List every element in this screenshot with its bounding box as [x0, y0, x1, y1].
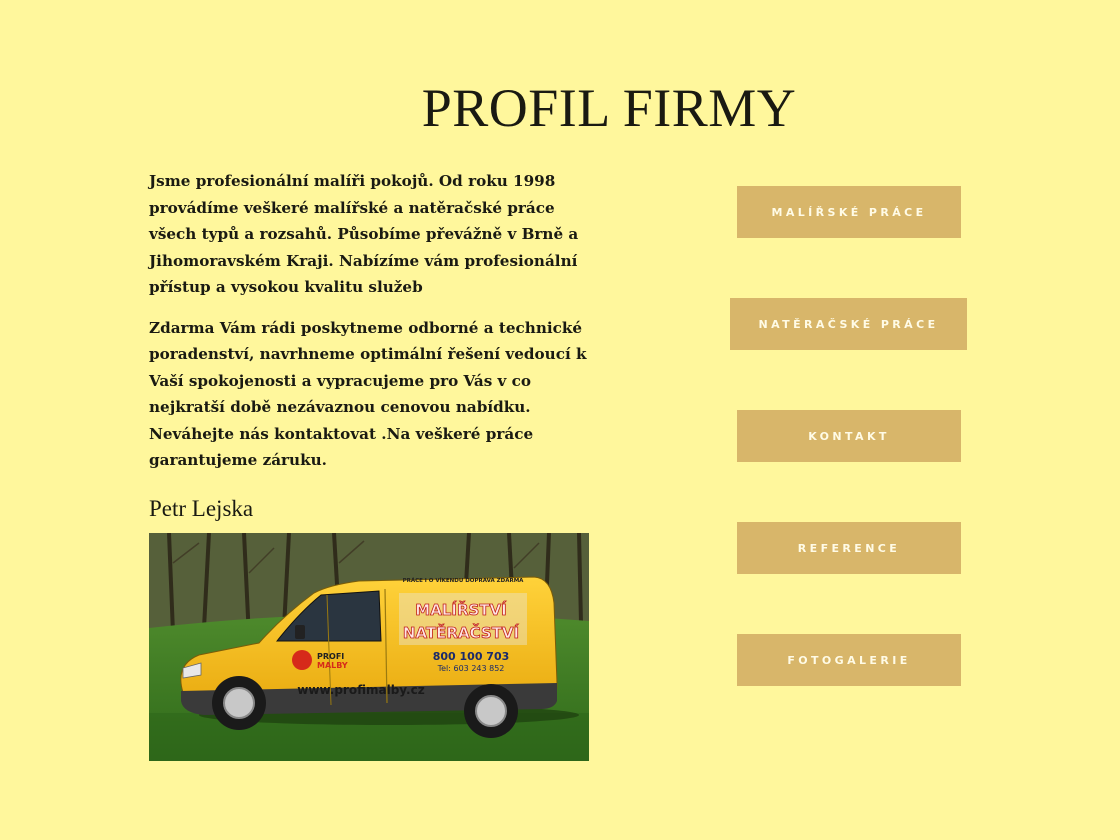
van-phone: 800 100 703: [433, 650, 510, 663]
nav-fotogalerie-button[interactable]: FOTOGALERIE: [737, 634, 961, 686]
van-text-nateracstvi: NATĚRAČSTVÍ: [403, 623, 520, 642]
signature: Petr Lejska: [149, 495, 254, 521]
nav-nateracske-prace-button[interactable]: NATĚRAČSKÉ PRÁCE: [730, 298, 967, 350]
van-top-text: PRÁCE I O VÍKENDU DOPRAVA ZDARMA: [403, 576, 525, 584]
nav-malirske-prace-button[interactable]: MALÍŘSKÉ PRÁCE: [737, 186, 961, 238]
intro-paragraph-1: Jsme profesionální malíři pokojů. Od rok…: [149, 172, 579, 296]
intro-section: Jsme profesionální malíři pokojů. Od rok…: [149, 168, 594, 522]
van-text-malirstvi: MALÍŘSTVÍ: [415, 600, 507, 619]
van-url: www.profimalby.cz: [297, 683, 424, 697]
nav-kontakt-button[interactable]: KONTAKT: [737, 410, 961, 462]
page-title: PROFIL FIRMY: [421, 78, 797, 138]
van-logo-profi: PROFI: [317, 652, 344, 661]
nav-reference-button[interactable]: REFERENCE: [737, 522, 961, 574]
van-logo-malby: MALBY: [317, 661, 348, 670]
van-tel: Tel: 603 243 852: [437, 664, 505, 673]
company-van-photo: PRÁCE I O VÍKENDU DOPRAVA ZDARMA MALÍŘST…: [149, 533, 589, 761]
intro-paragraph-2: Zdarma Vám rádi poskytneme odborné a tec…: [149, 318, 587, 470]
